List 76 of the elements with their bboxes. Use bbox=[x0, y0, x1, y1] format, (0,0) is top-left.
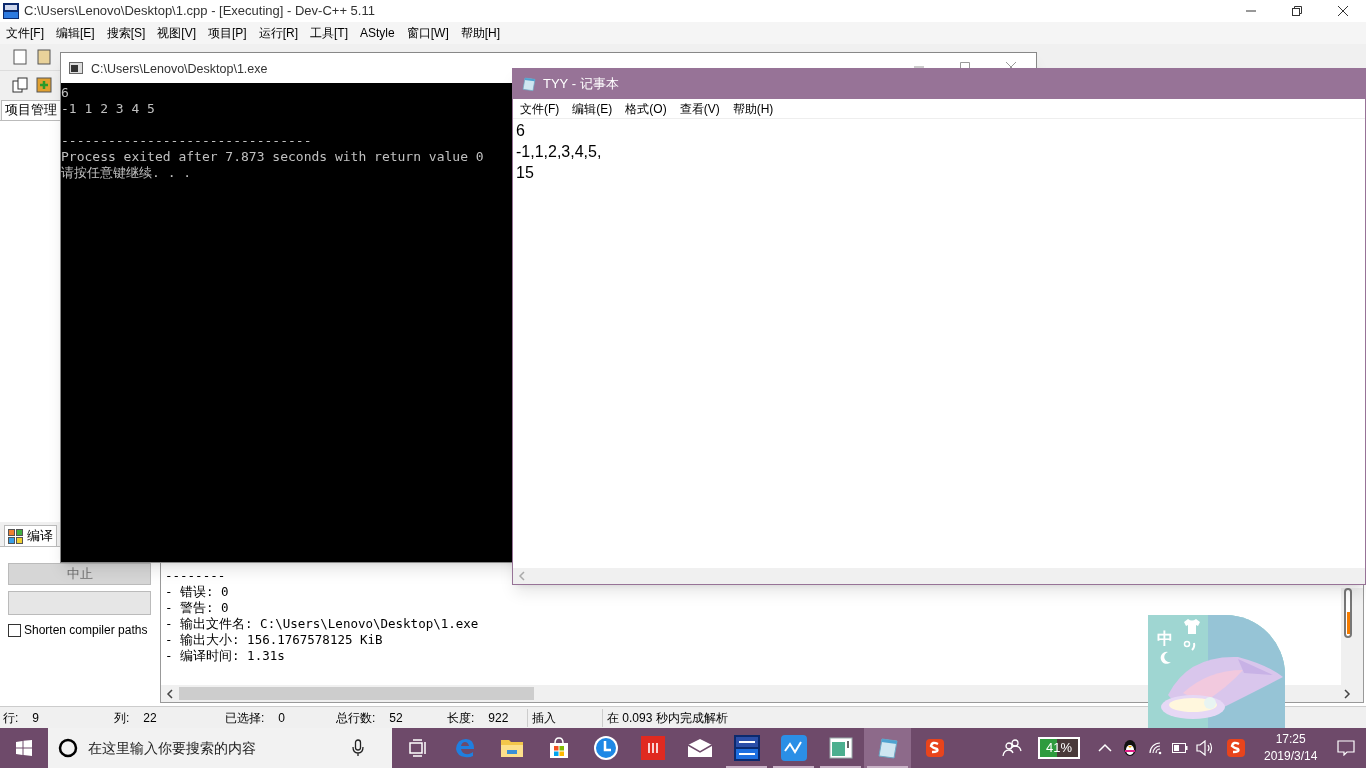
new-file-icon[interactable] bbox=[12, 49, 28, 65]
chevron-up-icon[interactable] bbox=[1098, 743, 1112, 753]
status-label: 长度: bbox=[447, 709, 475, 727]
notepad-icon[interactable] bbox=[875, 736, 900, 760]
menu-item[interactable]: 查看(V) bbox=[674, 99, 725, 118]
grid-icon bbox=[8, 528, 23, 544]
maximize-icon bbox=[960, 62, 970, 68]
menu-item[interactable]: 格式(O) bbox=[620, 99, 672, 118]
search-field[interactable]: 在这里输入你要搜索的内容 bbox=[88, 737, 348, 759]
shopping-bag-icon[interactable] bbox=[547, 737, 570, 759]
menu-item[interactable]: 视图[V] bbox=[153, 24, 200, 42]
window-app-icon[interactable] bbox=[828, 737, 853, 759]
battery-meter[interactable]: 41% bbox=[1038, 737, 1080, 759]
ide-icon[interactable] bbox=[733, 735, 760, 761]
close-icon bbox=[1338, 6, 1348, 16]
status-value: 22 bbox=[143, 709, 157, 727]
app-logo-icon bbox=[3, 3, 19, 19]
status-label: 列: bbox=[114, 709, 130, 727]
compiler-tab[interactable]: 编译 bbox=[4, 525, 57, 546]
clock-icon[interactable] bbox=[592, 735, 619, 761]
compile-log: -------- - 错误: 0 - 警告: 0 - 输出文件名: C:\Users\Lenovo\Desktop\1.exe - 输出大小: 156.1767578125 KiB - 编译时间: 1.31s bbox=[165, 568, 479, 664]
menu-item[interactable]: 窗口[W] bbox=[402, 24, 453, 42]
panel-tab[interactable]: 项目管理 bbox=[1, 100, 61, 120]
folder-icon[interactable] bbox=[499, 737, 524, 759]
speaker-icon[interactable] bbox=[1196, 740, 1214, 756]
close-icon bbox=[1006, 62, 1016, 68]
bars-app-icon[interactable] bbox=[640, 736, 665, 760]
menu-item[interactable]: 项目[P] bbox=[204, 24, 251, 42]
microphone-icon[interactable] bbox=[352, 739, 364, 757]
menu-item[interactable]: 工具[T] bbox=[306, 24, 353, 42]
minimize-icon bbox=[1246, 10, 1256, 12]
penguin-icon[interactable] bbox=[1122, 739, 1138, 757]
people-icon[interactable] bbox=[1002, 739, 1022, 757]
console-icon bbox=[69, 62, 83, 74]
open-file-icon[interactable] bbox=[36, 49, 52, 65]
notepad-icon bbox=[521, 76, 537, 92]
menu-item[interactable]: 帮助(H) bbox=[727, 99, 779, 118]
minimize-icon bbox=[914, 66, 924, 68]
ime-tray-icon[interactable] bbox=[1226, 738, 1246, 758]
status-label: 已选择: bbox=[225, 709, 265, 727]
status-label: 行: bbox=[3, 709, 19, 727]
status-value: 52 bbox=[389, 709, 403, 727]
menu-item[interactable]: 文件(F) bbox=[515, 99, 565, 118]
parse-status: 在 0.093 秒内完成解析 bbox=[602, 708, 728, 727]
battery-icon[interactable] bbox=[1172, 743, 1188, 753]
task-view-icon[interactable] bbox=[407, 739, 428, 757]
menu-item[interactable]: 帮助[H] bbox=[456, 24, 505, 42]
text-area[interactable]: 6 -1,1,2,3,4,5, 15 bbox=[516, 120, 602, 183]
envelope-icon[interactable] bbox=[686, 738, 713, 758]
menu-item[interactable]: 搜索[S] bbox=[102, 24, 150, 42]
status-value: 922 bbox=[488, 709, 509, 727]
menu-item[interactable]: 编辑[E] bbox=[52, 24, 99, 42]
clock[interactable]: 17:25 2019/3/14 bbox=[1264, 731, 1318, 765]
horizontal-scrollbar[interactable] bbox=[513, 568, 1365, 584]
insert-mode: 插入 bbox=[527, 708, 602, 727]
cortana-icon bbox=[58, 738, 78, 758]
window-title: C:\Users\Lenovo\Desktop\1.exe bbox=[91, 61, 268, 78]
shorten-paths-checkbox[interactable]: Shorten compiler paths bbox=[8, 621, 152, 639]
windows-logo-icon bbox=[16, 740, 32, 756]
status-label: 总行数: bbox=[336, 709, 376, 727]
add-icon[interactable] bbox=[36, 76, 52, 93]
notification-icon[interactable] bbox=[1337, 740, 1356, 756]
restore-icon bbox=[1292, 6, 1302, 16]
ime-app-icon[interactable] bbox=[924, 738, 945, 758]
line-chart-app-icon[interactable] bbox=[780, 735, 807, 761]
status-value: 9 bbox=[32, 709, 40, 727]
window-title: C:\Users\Lenovo\Desktop\1.cpp - [Executing] - Dev-C++ 5.11 bbox=[24, 2, 375, 21]
wifi-icon[interactable] bbox=[1148, 741, 1164, 755]
menu-item[interactable]: AStyle bbox=[356, 24, 399, 42]
menu-item[interactable]: 运行[R] bbox=[254, 24, 303, 42]
menu-item[interactable]: 编辑(E) bbox=[567, 99, 618, 118]
vertical-scrollbar[interactable] bbox=[1341, 588, 1363, 685]
search-bar[interactable]: 在这里输入你要搜索的内容 bbox=[48, 728, 392, 768]
status-value: 0 bbox=[278, 709, 286, 727]
pages-icon[interactable] bbox=[12, 76, 28, 93]
menu-item[interactable]: 文件[F] bbox=[2, 24, 48, 42]
